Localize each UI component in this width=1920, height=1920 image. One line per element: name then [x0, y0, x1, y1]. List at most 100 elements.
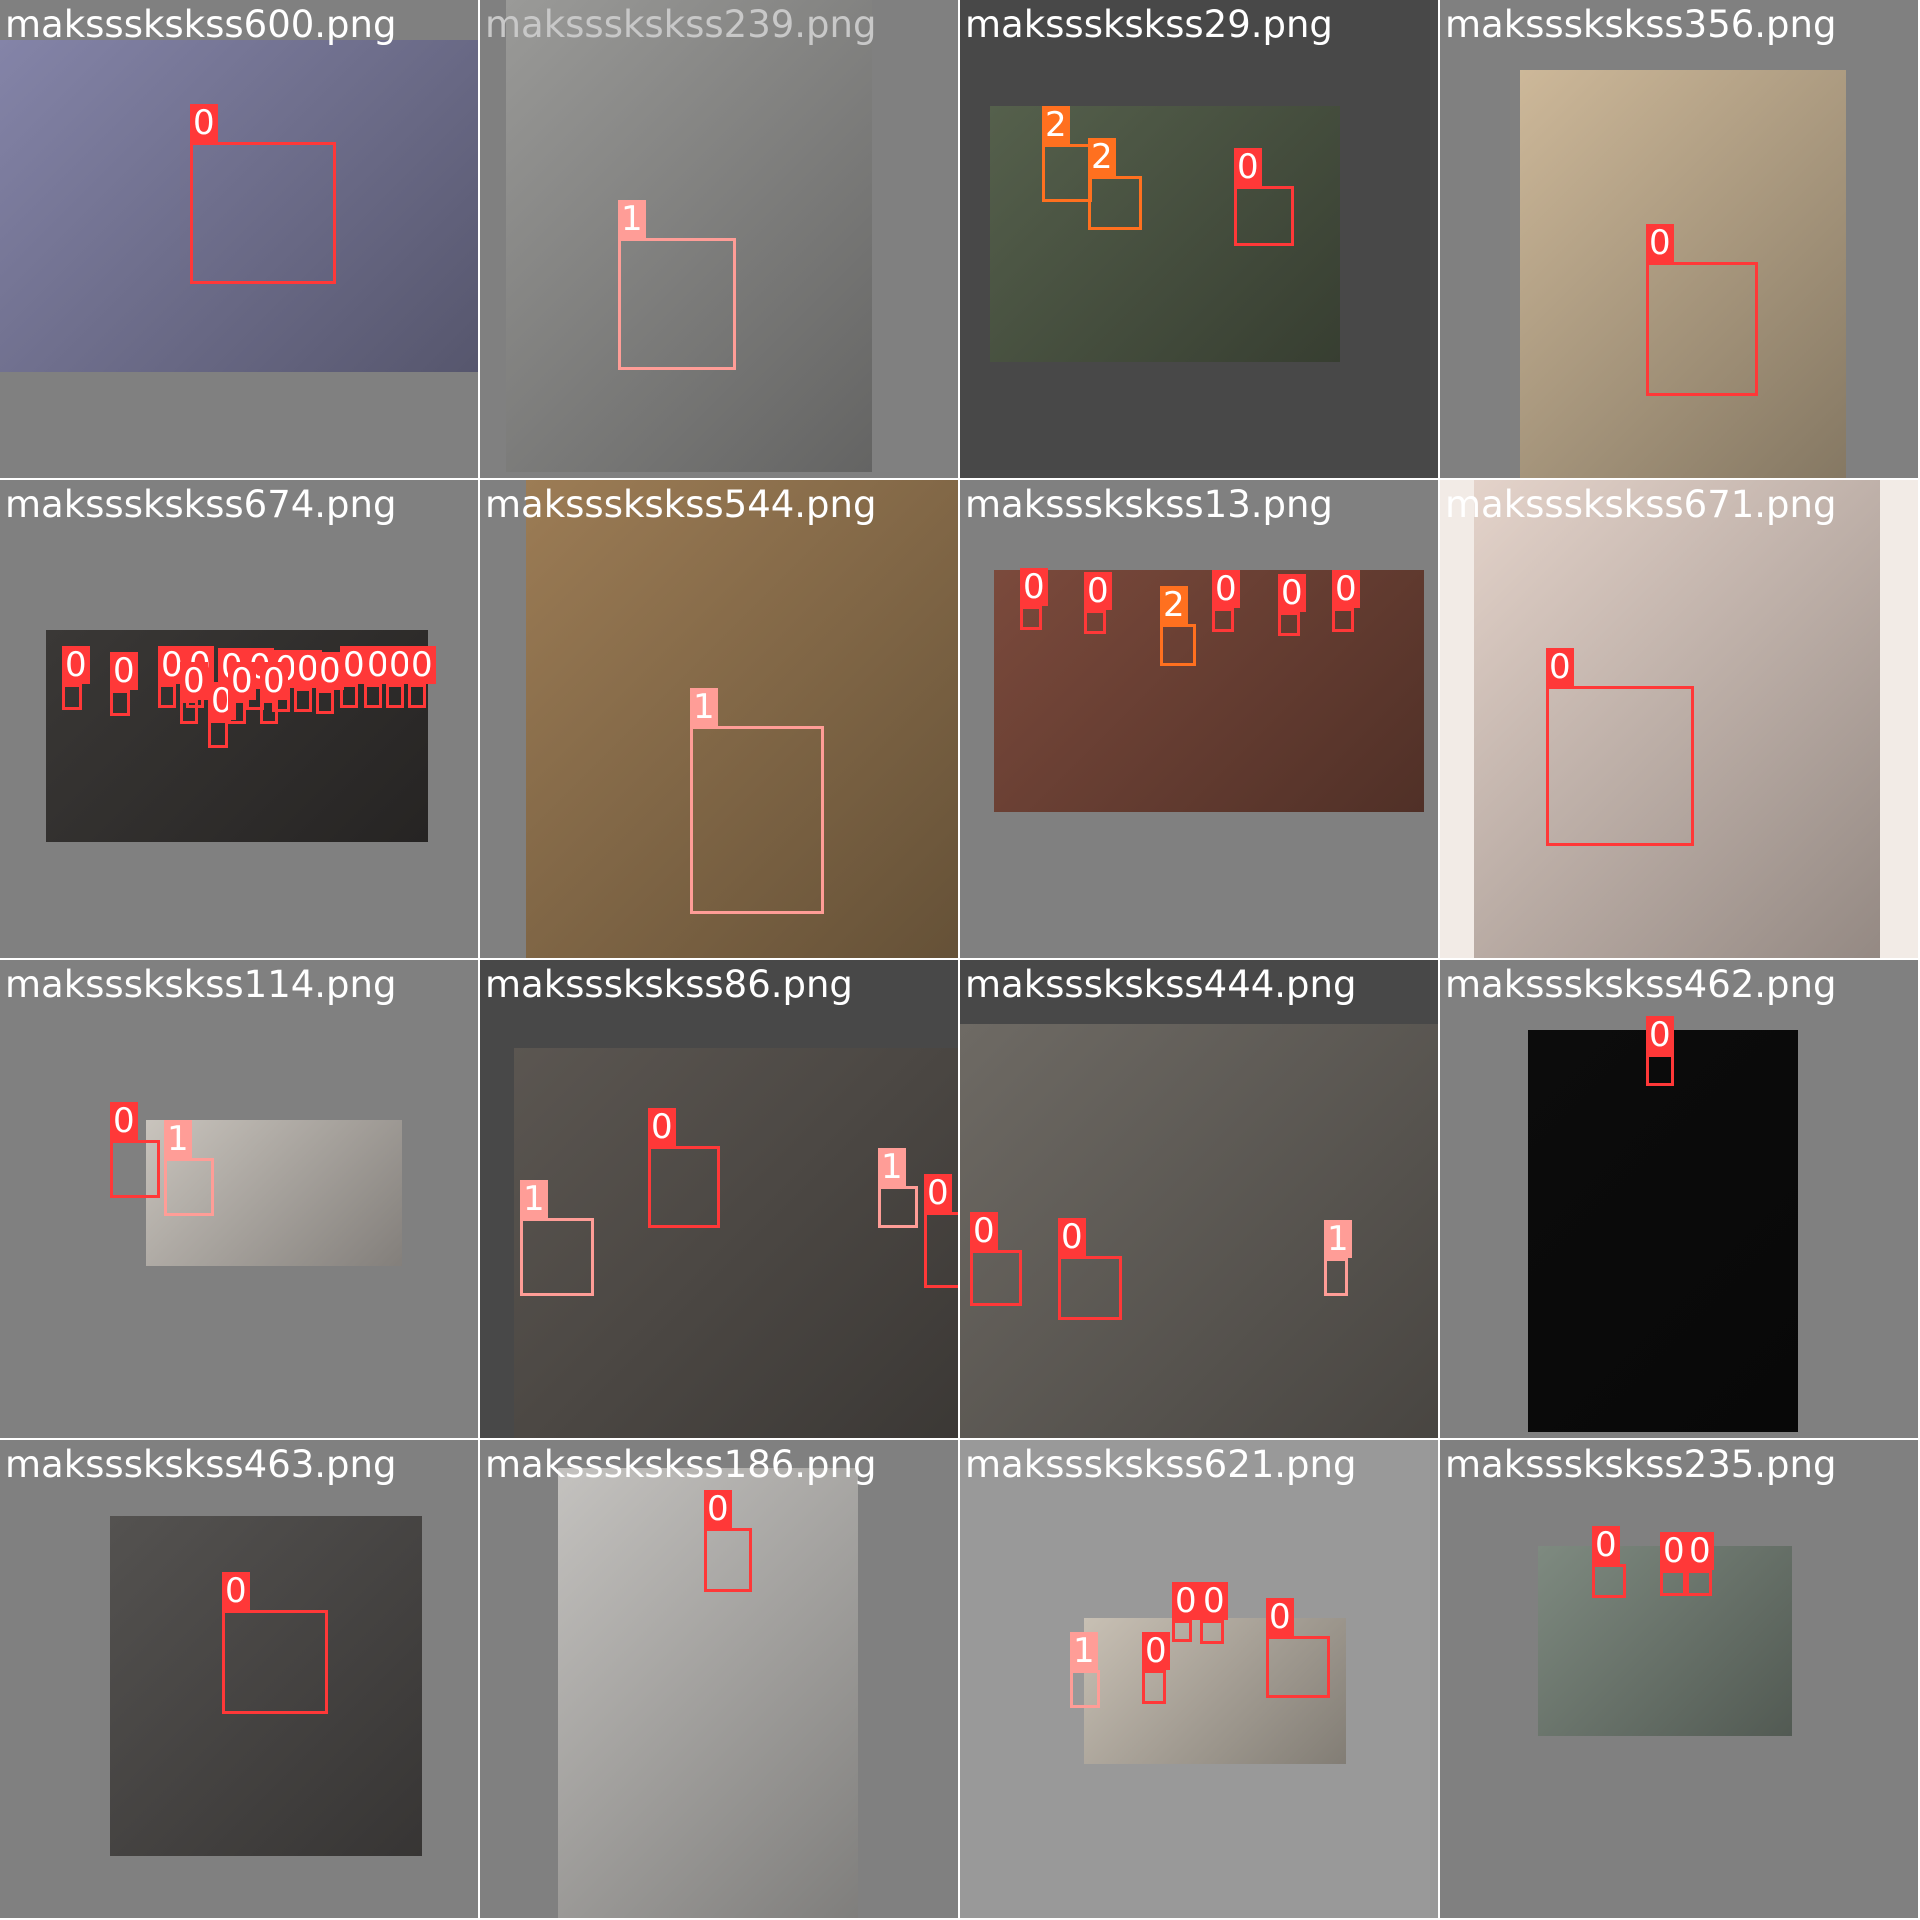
grid-tile: 00000000000000000makssskskss674.png — [0, 480, 478, 958]
detection-class-label: 0 — [408, 646, 436, 684]
detection-box — [1142, 1670, 1166, 1704]
grid-tile: 0 0 2 0 0 0 makssskskss13.png — [960, 480, 1438, 958]
detection-box — [180, 700, 198, 724]
detection-box — [110, 690, 130, 716]
detection-box — [1212, 608, 1234, 632]
detection-class-label: 2 — [1088, 138, 1116, 176]
detection-box — [704, 1528, 752, 1592]
detection-box — [690, 726, 824, 914]
detection-class-label: 1 — [618, 200, 646, 238]
detection-box — [316, 690, 334, 714]
detection-box — [1592, 1564, 1626, 1598]
detection-class-label: 0 — [1332, 570, 1360, 608]
detection-class-label: 1 — [690, 688, 718, 726]
detection-box — [386, 684, 404, 708]
detection-box — [408, 684, 426, 708]
tile-filename: makssskskss86.png — [485, 963, 853, 1006]
detection-class-label: 0 — [1646, 224, 1674, 262]
detection-box — [1042, 144, 1092, 202]
detection-class-label: 0 — [1172, 1582, 1200, 1620]
detection-box — [1172, 1620, 1192, 1642]
detection-box — [158, 684, 176, 708]
detection-box — [222, 1610, 328, 1714]
detection-class-label: 0 — [110, 1102, 138, 1140]
grid-tile: 0 makssskskss671.png — [1440, 480, 1918, 958]
detection-box — [208, 720, 228, 748]
detection-box — [1324, 1258, 1348, 1296]
grid-tile: 1 0 0 0 0 makssskskss621.png — [960, 1440, 1438, 1918]
detection-box — [1278, 612, 1300, 636]
detection-box — [1070, 1670, 1100, 1708]
detection-box — [1646, 262, 1758, 396]
detection-box — [878, 1186, 918, 1228]
detection-class-label: 0 — [260, 662, 288, 700]
tile-photo — [1528, 1030, 1798, 1432]
detection-box — [970, 1250, 1022, 1306]
detection-box — [1686, 1570, 1712, 1596]
detection-box — [1058, 1256, 1122, 1320]
tile-filename: makssskskss114.png — [5, 963, 397, 1006]
grid-tile: 0 1 1 0 makssskskss86.png — [480, 960, 958, 1438]
detection-class-label: 0 — [1142, 1632, 1170, 1670]
detection-class-label: 0 — [1686, 1532, 1714, 1570]
grid-tile: 0 makssskskss462.png — [1440, 960, 1918, 1438]
detection-class-label: 0 — [190, 104, 218, 142]
detection-class-label: 0 — [1546, 648, 1574, 686]
detection-class-label: 0 — [110, 652, 138, 690]
grid-tile: 0 1 makssskskss114.png — [0, 960, 478, 1438]
tile-filename: makssskskss29.png — [965, 3, 1333, 46]
detection-box — [340, 684, 358, 708]
detection-class-label: 0 — [1646, 1016, 1674, 1054]
detection-class-label: 0 — [1660, 1532, 1688, 1570]
grid-tile: 1 makssskskss239.png — [480, 0, 958, 478]
detection-class-label: 1 — [520, 1180, 548, 1218]
tile-filename: makssskskss356.png — [1445, 3, 1837, 46]
tile-filename: makssskskss13.png — [965, 483, 1333, 526]
detection-box — [1332, 608, 1354, 632]
detection-class-label: 1 — [878, 1148, 906, 1186]
detection-class-label: 0 — [1278, 574, 1306, 612]
detection-class-label: 0 — [924, 1174, 952, 1212]
detection-class-label: 0 — [648, 1108, 676, 1146]
detection-box — [294, 688, 312, 712]
detection-mosaic: 0 makssskskss600.png 1 makssskskss239.png 2 2… — [0, 0, 1920, 1920]
detection-box — [62, 684, 82, 710]
tile-filename: makssskskss235.png — [1445, 1443, 1837, 1486]
detection-box — [924, 1212, 958, 1288]
detection-class-label: 1 — [1070, 1632, 1098, 1670]
detection-class-label: 0 — [1234, 148, 1262, 186]
detection-class-label: 0 — [1020, 568, 1048, 606]
grid-tile: 0 0 0 makssskskss235.png — [1440, 1440, 1918, 1918]
tile-filename: makssskskss462.png — [1445, 963, 1837, 1006]
detection-box — [228, 700, 246, 724]
detection-box — [164, 1158, 214, 1216]
detection-class-label: 1 — [164, 1120, 192, 1158]
grid-tile: 2 2 0 makssskskss29.png — [960, 0, 1438, 478]
tile-filename: makssskskss444.png — [965, 963, 1357, 1006]
detection-class-label: 0 — [1212, 570, 1240, 608]
detection-class-label: 0 — [1592, 1526, 1620, 1564]
grid-tile: 0 0 1 makssskskss444.png — [960, 960, 1438, 1438]
detection-class-label: 0 — [1084, 572, 1112, 610]
detection-box — [1020, 606, 1042, 630]
detection-class-label: 1 — [1324, 1220, 1352, 1258]
tile-filename: makssskskss463.png — [5, 1443, 397, 1486]
tile-photo — [506, 0, 872, 472]
detection-box — [1266, 1636, 1330, 1698]
detection-class-label: 2 — [1042, 106, 1070, 144]
detection-box — [1200, 1620, 1224, 1644]
detection-class-label: 0 — [970, 1212, 998, 1250]
detection-class-label: 0 — [1058, 1218, 1086, 1256]
detection-class-label: 2 — [1160, 586, 1188, 624]
detection-class-label: 0 — [228, 662, 256, 700]
detection-class-label: 0 — [62, 646, 90, 684]
grid-tile: 0 makssskskss600.png — [0, 0, 478, 478]
detection-box — [1660, 1570, 1686, 1596]
detection-box — [648, 1146, 720, 1228]
detection-box — [1646, 1054, 1674, 1086]
tile-filename: makssskskss621.png — [965, 1443, 1357, 1486]
detection-box — [1160, 624, 1196, 666]
tile-photo — [960, 1024, 1438, 1438]
detection-box — [618, 238, 736, 370]
detection-box — [110, 1140, 160, 1198]
